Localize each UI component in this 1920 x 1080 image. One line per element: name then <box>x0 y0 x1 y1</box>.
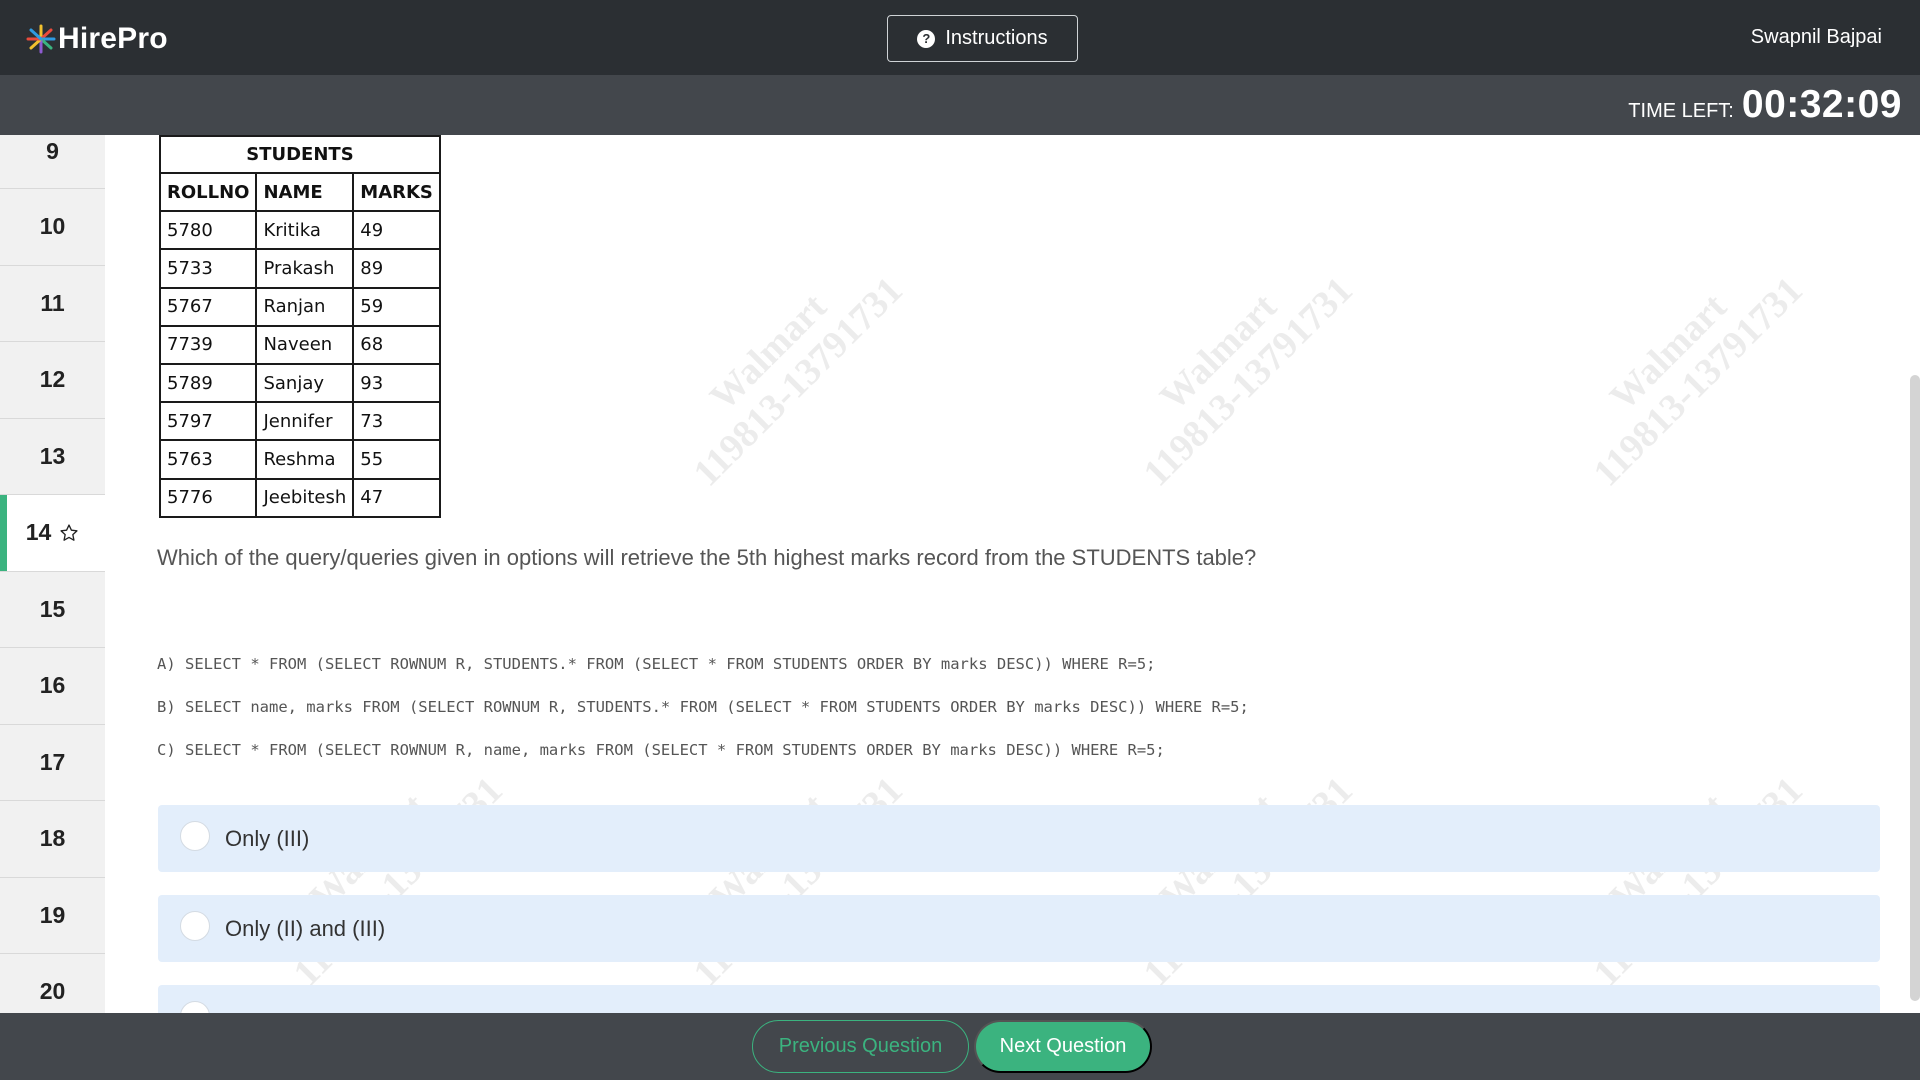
question-nav-item[interactable]: 11 <box>0 266 105 342</box>
table-row: 5780 Kritika 49 <box>158 210 441 251</box>
user-name: Swapnil Bajpai <box>1750 26 1882 48</box>
table-header-cell: ROLLNO <box>158 171 258 213</box>
table-header-row: ROLLNO NAME MARKS <box>158 171 441 213</box>
hirepro-logo: HirePro <box>26 22 168 56</box>
table-caption: STUDENTS <box>159 135 441 174</box>
table-row: 5776 Jeebitesh 47 <box>158 477 441 518</box>
table-row: 5763 Reshma 55 <box>158 439 441 480</box>
question-nav-item[interactable]: 12 <box>0 342 105 419</box>
content-scrollbar[interactable] <box>1910 375 1920 1001</box>
timer: TIME LEFT: 00:32:09 <box>1628 83 1902 127</box>
timer-label: TIME LEFT: <box>1628 100 1734 122</box>
question-nav-item[interactable]: 16 <box>0 648 105 725</box>
help-icon: ? <box>917 29 936 48</box>
question-nav-item[interactable]: 9 <box>0 135 105 189</box>
table-row: 5767 Ranjan 59 <box>158 286 441 327</box>
table-row: 7739 Naveen 68 <box>158 324 441 365</box>
radio-button[interactable] <box>180 820 210 851</box>
answer-option[interactable]: Only (II) and (III) <box>158 895 1880 962</box>
question-nav-item[interactable]: 10 <box>0 189 105 266</box>
students-table: STUDENTS ROLLNO NAME MARKS 5780 Kritika 49… <box>158 135 441 518</box>
query-option-b: B) SELECT name, marks FROM (SELECT ROWNU… <box>157 698 1249 716</box>
question-nav-item[interactable]: 13 <box>0 419 105 495</box>
question-nav-item[interactable]: 20 <box>0 954 105 1013</box>
table-header-cell: MARKS <box>352 171 441 213</box>
question-navigator: 9 10 11 12 13 14 15 16 17 18 19 20 <box>0 135 105 1013</box>
radio-button[interactable] <box>180 910 210 941</box>
watermark: Walmart119813-13791731 <box>1585 269 1811 495</box>
query-option-a: A) SELECT * FROM (SELECT ROWNUM R, STUDE… <box>157 655 1156 673</box>
answer-option-label: Only (III) <box>225 825 310 851</box>
question-nav-item[interactable]: 18 <box>0 801 105 878</box>
table-row: 5789 Sanjay 93 <box>158 362 441 404</box>
next-question-button[interactable]: Next Question <box>974 1020 1152 1073</box>
watermark: Walmart119813-13791731 <box>1135 269 1361 495</box>
answer-option[interactable]: Only (III) <box>158 805 1880 872</box>
question-nav-item-active[interactable]: 14 <box>0 495 105 572</box>
answer-option-label: Only (II) and (III) <box>225 915 386 941</box>
question-content: Walmart 119813-13791731 Walmart 119813-137… <box>105 135 1920 1013</box>
instructions-label: Instructions <box>945 27 1048 49</box>
previous-question-button[interactable]: Previous Question <box>752 1020 969 1073</box>
instructions-button[interactable]: ? Instructions <box>887 15 1078 62</box>
question-text: Which of the query/queries given in opti… <box>157 545 1257 570</box>
table-row: 5733 Prakash 89 <box>158 248 441 289</box>
table-header-cell: NAME <box>255 171 355 213</box>
answer-option[interactable] <box>158 985 1880 1013</box>
logo-asterisk-icon <box>26 24 56 54</box>
radio-button[interactable] <box>180 1000 210 1013</box>
question-nav-item[interactable]: 15 <box>0 572 105 648</box>
top-bar: HirePro ? Instructions Swapnil Bajpai <box>0 0 1920 75</box>
query-option-c: C) SELECT * FROM (SELECT ROWNUM R, name,… <box>157 741 1165 759</box>
bottom-bar: Previous Question Next Question <box>0 1013 1920 1080</box>
logo-text: HirePro <box>58 22 168 55</box>
timer-bar: TIME LEFT: 00:32:09 <box>0 75 1920 135</box>
table-row: 5797 Jennifer 73 <box>158 401 441 442</box>
star-outline-icon[interactable] <box>59 523 79 543</box>
watermark: Walmart119813-13791731 <box>685 269 911 495</box>
question-nav-item[interactable]: 19 <box>0 878 105 954</box>
timer-value: 00:32:09 <box>1741 83 1902 126</box>
question-nav-item[interactable]: 17 <box>0 725 105 801</box>
